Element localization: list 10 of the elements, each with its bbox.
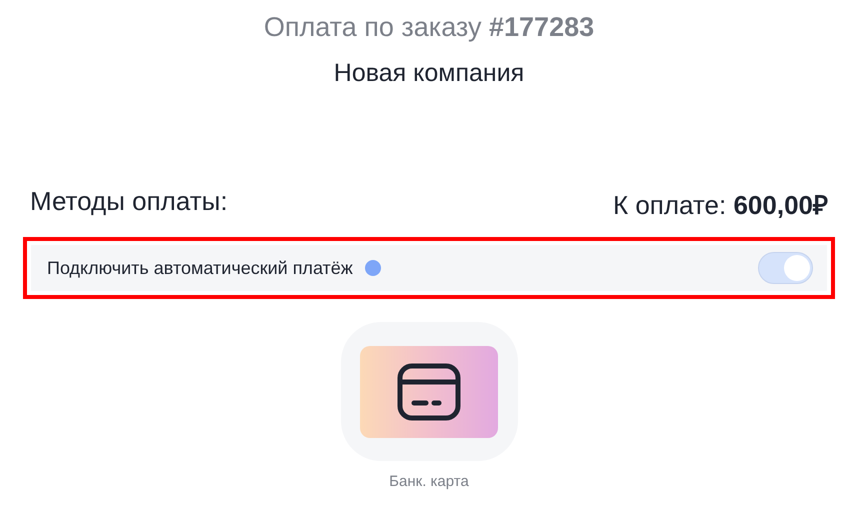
bank-card-tile[interactable] bbox=[340, 322, 518, 461]
company-name: Новая компания bbox=[334, 59, 524, 88]
methods-heading: Методы оплаты: bbox=[30, 186, 228, 218]
method-label: Банк. карта bbox=[389, 473, 469, 490]
info-icon[interactable] bbox=[364, 260, 381, 276]
amount-due: К оплате: 600,00₽ bbox=[612, 189, 828, 222]
autopay-toggle[interactable] bbox=[758, 252, 813, 284]
card-icon bbox=[396, 362, 462, 422]
order-title: Оплата по заказу #177283 bbox=[264, 12, 594, 43]
autopay-label: Подключить автоматический платёж bbox=[47, 258, 353, 278]
